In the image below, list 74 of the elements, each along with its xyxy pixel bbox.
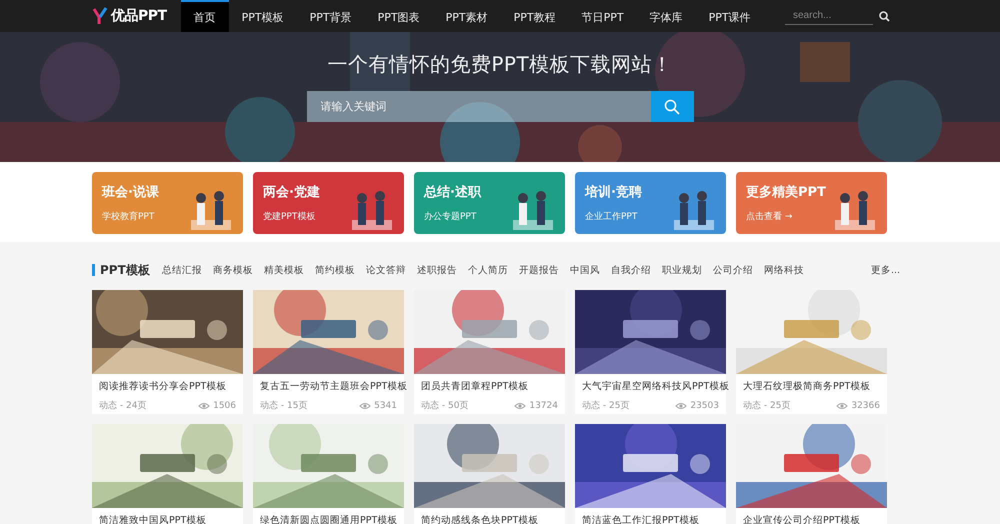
tag-link[interactable]: 论文答辩	[366, 264, 406, 276]
search-icon	[664, 98, 680, 114]
template-card[interactable]: 团员共青团章程PPT模板 动态 - 50页 13724	[414, 290, 565, 414]
section-title: PPT模板	[100, 262, 150, 278]
category-subtitle: 党建PPT模板	[263, 210, 316, 223]
nav-tab[interactable]: PPT素材	[432, 0, 501, 32]
category-title: 班会·说课	[102, 184, 159, 201]
eye-icon	[514, 402, 526, 410]
template-title[interactable]: 复古五一劳动节主题班会PPT模板	[253, 374, 404, 393]
template-title[interactable]: 简洁蓝色工作汇报PPT模板	[575, 508, 726, 524]
template-card[interactable]: 复古五一劳动节主题班会PPT模板 动态 - 15页 5341	[253, 290, 404, 414]
logo-text: 优品PPT	[111, 7, 167, 25]
category-title: 更多精美PPT	[746, 184, 826, 201]
category-subtitle: 点击查看 →	[746, 210, 794, 223]
search-icon	[879, 10, 890, 22]
tag-link[interactable]: 商务模板	[212, 264, 253, 276]
category-subtitle: 办公专题PPT	[424, 210, 478, 223]
category-title: 培训·竞聘	[585, 184, 642, 201]
eye-icon	[198, 402, 210, 410]
nav-tab[interactable]: PPT模板	[228, 0, 297, 32]
tag-link[interactable]: 精美模板	[264, 264, 304, 276]
eye-icon	[359, 402, 372, 410]
template-meta: 动态 - 25页	[743, 400, 790, 412]
template-card[interactable]: 简洁雅致中国风PPT模板	[92, 424, 243, 524]
template-card[interactable]: 大气宇宙星空网络科技风PPT模板 动态 - 25页 23503	[575, 290, 726, 414]
template-card[interactable]: 简约动感线条色块PPT模板	[414, 424, 565, 524]
nav-tab[interactable]: PPT图表	[364, 0, 433, 32]
headline: 一个有情怀的免费PPT模板下载网站！	[327, 51, 673, 78]
category-title: 两会·党建	[263, 184, 320, 201]
tag-link[interactable]: 自我介绍	[610, 264, 651, 276]
template-meta: 动态 - 50页	[421, 400, 468, 412]
tag-link[interactable]: 总结汇报	[162, 264, 202, 276]
search-field[interactable]: 请输入关键词	[306, 91, 650, 122]
category-card[interactable]: 两会·党建 党建PPT模板	[253, 172, 404, 234]
nav-tab[interactable]: PPT背景	[296, 0, 365, 32]
template-title[interactable]: 团员共青团章程PPT模板	[414, 374, 565, 393]
view-count: 13724	[529, 400, 558, 410]
tag-link[interactable]: 中国风	[570, 264, 600, 276]
tag-link[interactable]: 网络科技	[764, 264, 804, 276]
template-title[interactable]: 简洁雅致中国风PPT模板	[92, 508, 243, 524]
tag-link[interactable]: 简约模板	[314, 264, 355, 276]
logo-icon	[92, 7, 108, 25]
search-field[interactable]: search...	[785, 7, 873, 25]
template-title[interactable]: 简约动感线条色块PPT模板	[414, 508, 565, 524]
template-meta: 动态 - 15页	[260, 400, 308, 412]
template-title[interactable]: 大气宇宙星空网络科技风PPT模板	[575, 374, 726, 393]
nav-tab[interactable]: PPT教程	[500, 0, 569, 32]
tag-link[interactable]: 公司介绍	[712, 264, 753, 276]
template-title[interactable]: 大理石纹理极简商务PPT模板	[736, 374, 887, 393]
nav-tab[interactable]: 字体库	[636, 0, 696, 32]
tag-link[interactable]: 职业规划	[662, 264, 702, 276]
category-title: 总结·述职	[424, 184, 481, 201]
tag-link[interactable]: 个人简历	[468, 264, 508, 276]
template-card[interactable]: 简洁蓝色工作汇报PPT模板	[575, 424, 726, 524]
nav-tab[interactable]: 节日PPT	[568, 0, 637, 32]
template-title[interactable]: 阅读推荐读书分享会PPT模板	[92, 374, 243, 393]
more-link[interactable]: 更多...	[870, 264, 900, 276]
view-count: 23503	[690, 400, 719, 410]
view-count: 5341	[374, 400, 397, 410]
eye-icon	[836, 402, 848, 410]
tag-link[interactable]: 开题报告	[518, 264, 559, 276]
tag-link[interactable]: 述职报告	[416, 264, 457, 276]
template-card[interactable]: 大理石纹理极简商务PPT模板 动态 - 25页 32366	[736, 290, 887, 414]
template-meta: 动态 - 25页	[582, 400, 630, 412]
eye-icon	[675, 402, 688, 410]
nav-tab[interactable]: PPT课件	[696, 0, 764, 32]
search-button[interactable]	[879, 10, 890, 22]
nav-tab[interactable]: 首页	[180, 0, 229, 32]
template-meta: 动态 - 24页	[99, 400, 146, 412]
category-subtitle: 企业工作PPT	[585, 210, 638, 223]
view-count: 1506	[213, 400, 236, 410]
template-card[interactable]: 阅读推荐读书分享会PPT模板 动态 - 24页 1506	[92, 290, 243, 414]
category-subtitle: 学校教育PPT	[102, 210, 156, 223]
view-count: 32366	[851, 400, 880, 410]
